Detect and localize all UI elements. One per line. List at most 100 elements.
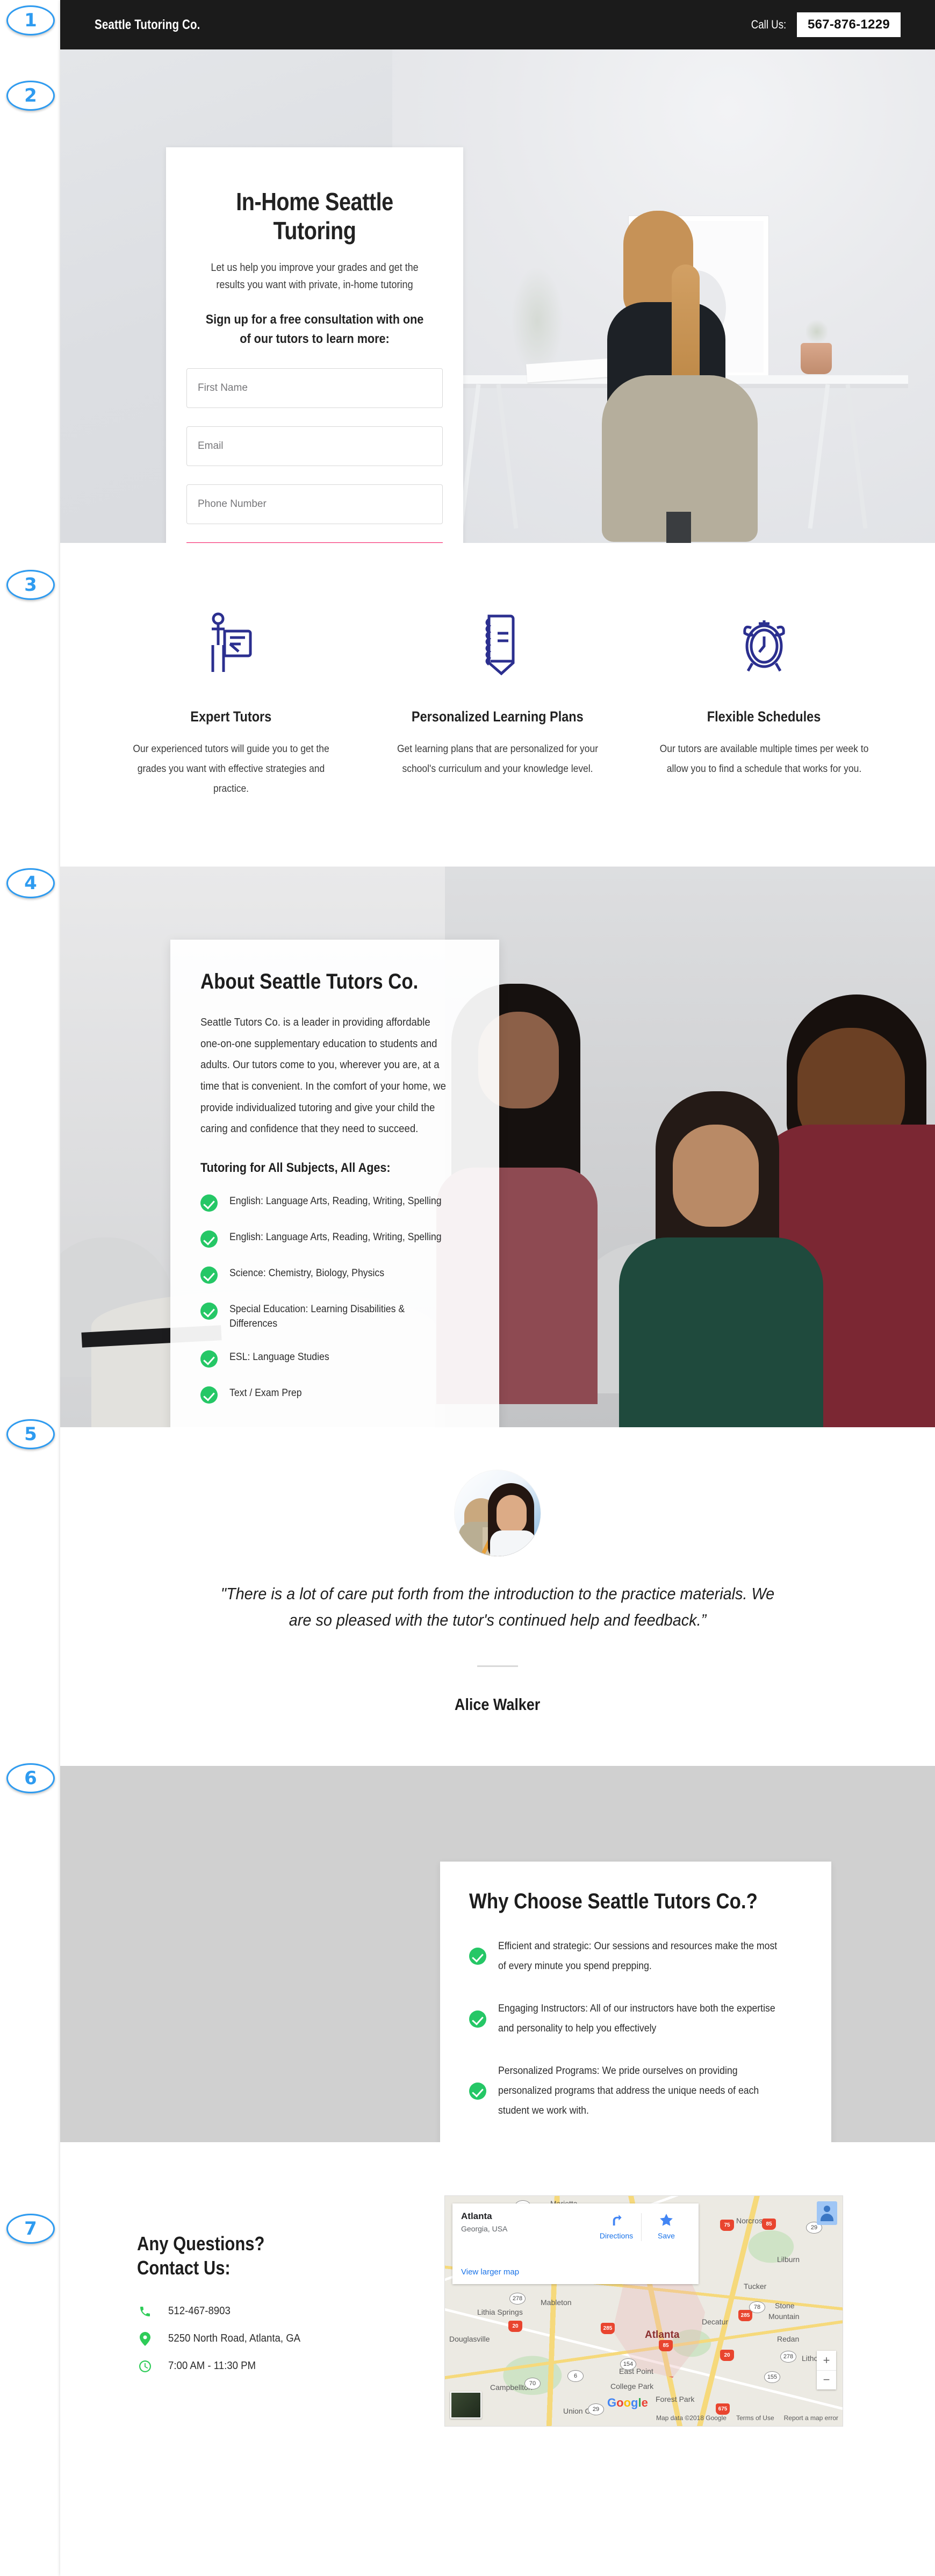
testimonial-avatar bbox=[455, 1470, 541, 1557]
check-circle-icon bbox=[200, 1350, 218, 1368]
why-choose-text: Engaging Instructors: All of our instruc… bbox=[498, 2002, 775, 2034]
map-street-view-pegman-icon[interactable] bbox=[817, 2201, 837, 2225]
why-choose-item: Personalized Programs: We pride ourselve… bbox=[469, 2061, 802, 2121]
map-route-marker-icon: 78 bbox=[749, 2301, 765, 2313]
brand-logo[interactable]: Seattle Tutoring Co. bbox=[95, 17, 200, 33]
map-route-marker-icon: 278 bbox=[780, 2350, 796, 2363]
directions-arrow-icon bbox=[613, 2214, 622, 2226]
subject-item: Special Education: Learning Disabilities… bbox=[200, 1302, 469, 1332]
about-card: About Seattle Tutors Co. Seattle Tutors … bbox=[170, 940, 499, 1428]
alarm-clock-icon bbox=[645, 609, 883, 679]
feature-expert-tutors: Expert Tutors Our experienced tutors wil… bbox=[98, 609, 364, 799]
feature-personalized-learning-plans: Personalized Learning Plans Get learning… bbox=[364, 609, 631, 799]
map-place-label: Forest Park bbox=[656, 2394, 695, 2403]
map-route-marker-icon: 155 bbox=[764, 2371, 780, 2383]
feature-body: Our experienced tutors will guide you to… bbox=[133, 743, 329, 795]
why-choose-section: Why Choose Seattle Tutors Co.? Efficient… bbox=[60, 1765, 935, 2150]
google-logo: Google bbox=[607, 2395, 648, 2409]
google-map-embed[interactable]: MariettaNorcrossLilburnTuckerStoneMounta… bbox=[445, 2195, 843, 2426]
map-zoom-in-button[interactable]: + bbox=[817, 2351, 836, 2370]
contact-hours-text: 7:00 AM - 11:30 PM bbox=[168, 2360, 256, 2372]
why-choose-item: Engaging Instructors: All of our instruc… bbox=[469, 1999, 802, 2038]
map-card-actions: Directions Save bbox=[592, 2212, 691, 2241]
why-choose-text: Personalized Programs: We pride ourselve… bbox=[498, 2065, 759, 2117]
map-directions-label: Directions bbox=[599, 2231, 634, 2240]
check-circle-icon bbox=[200, 1302, 218, 1320]
map-route-marker-icon: 154 bbox=[620, 2358, 636, 2370]
map-place-label: Mountain bbox=[768, 2312, 800, 2321]
subjects-heading: Tutoring for All Subjects, All Ages: bbox=[200, 1160, 391, 1175]
hero-subtitle: Let us help you improve your grades and … bbox=[211, 262, 419, 291]
map-satellite-toggle[interactable] bbox=[450, 2391, 481, 2418]
subject-item: English: Language Arts, Reading, Writing… bbox=[200, 1194, 469, 1212]
subject-item: ESL: Language Studies bbox=[200, 1350, 469, 1368]
annotation-marker-4: 4 bbox=[6, 868, 55, 898]
subject-label: ESL: Language Studies bbox=[229, 1351, 329, 1363]
about-body: Seattle Tutors Co. is a leader in provid… bbox=[200, 1017, 446, 1135]
map-place-label: Tucker bbox=[744, 2281, 767, 2291]
why-choose-list: Efficient and strategic: Our sessions an… bbox=[469, 1936, 802, 2121]
testimonial-author: Alice Walker bbox=[455, 1694, 541, 1714]
contact-address-row[interactable]: 5250 North Road, Atlanta, GA bbox=[137, 2331, 416, 2346]
book-free-consultation-button[interactable]: BOOK FREE CONSULTATION bbox=[186, 542, 443, 543]
map-report-error-link[interactable]: Report a map error bbox=[784, 2414, 838, 2422]
phone-input[interactable] bbox=[186, 484, 443, 524]
map-place-label: Douglasville bbox=[449, 2334, 490, 2343]
why-choose-item: Efficient and strategic: Our sessions an… bbox=[469, 1936, 802, 1976]
map-terms-link[interactable]: Terms of Use bbox=[736, 2414, 774, 2422]
check-circle-icon bbox=[200, 1386, 218, 1404]
map-interstate-shield-icon: 20 bbox=[508, 2320, 522, 2332]
contact-phone-row[interactable]: 512-467-8903 bbox=[137, 2305, 416, 2318]
annotation-marker-1: 1 bbox=[6, 5, 55, 35]
subject-item: Text / Exam Prep bbox=[200, 1386, 469, 1404]
email-input[interactable] bbox=[186, 426, 443, 466]
map-place-label: Redan bbox=[777, 2334, 800, 2343]
contact-details: Any Questions? Contact Us: 512-467-8903 … bbox=[137, 2231, 416, 2387]
contact-heading-line2: Contact Us: bbox=[137, 2257, 231, 2279]
hero-background-photo bbox=[392, 49, 935, 543]
feature-body: Get learning plans that are personalized… bbox=[397, 743, 599, 775]
first-name-input[interactable] bbox=[186, 368, 443, 408]
call-us-label: Call Us: bbox=[751, 18, 787, 31]
map-zoom-out-button[interactable]: − bbox=[817, 2370, 836, 2389]
check-circle-icon bbox=[469, 1948, 486, 1965]
feature-title: Personalized Learning Plans bbox=[412, 709, 584, 725]
contact-heading-line1: Any Questions? bbox=[137, 2232, 265, 2255]
hero-signup-card: In-Home Seattle Tutoring Let us help you… bbox=[166, 147, 463, 543]
hero-title: In-Home Seattle Tutoring bbox=[236, 188, 393, 245]
map-interstate-shield-icon: 285 bbox=[601, 2322, 615, 2334]
check-circle-icon bbox=[200, 1266, 218, 1284]
person-presenting-board-icon bbox=[112, 609, 350, 679]
clock-icon bbox=[137, 2360, 153, 2373]
header-phone-number[interactable]: 567-876-1229 bbox=[796, 12, 901, 37]
subjects-list: English: Language Arts, Reading, Writing… bbox=[200, 1194, 469, 1404]
testimonial-quote: "There is a lot of care put forth from t… bbox=[220, 1584, 775, 1629]
map-route-marker-icon: 29 bbox=[588, 2403, 604, 2415]
map-place-label: Atlanta bbox=[645, 2329, 680, 2341]
map-interstate-shield-icon: 85 bbox=[659, 2339, 673, 2351]
feature-title: Expert Tutors bbox=[190, 709, 272, 725]
why-choose-title: Why Choose Seattle Tutors Co.? bbox=[469, 1889, 758, 1913]
subject-label: Science: Chemistry, Biology, Physics bbox=[229, 1267, 385, 1279]
subject-label: Text / Exam Prep bbox=[229, 1387, 302, 1399]
features-section: Expert Tutors Our experienced tutors wil… bbox=[60, 543, 935, 867]
map-place-label: College Park bbox=[610, 2381, 654, 2391]
header-call-block: Call Us: 567-876-1229 bbox=[748, 12, 901, 37]
map-directions-button[interactable]: Directions bbox=[592, 2212, 641, 2240]
map-interstate-shield-icon: 75 bbox=[720, 2219, 734, 2231]
annotation-marker-5: 5 bbox=[6, 1419, 55, 1449]
feature-title: Flexible Schedules bbox=[707, 709, 821, 725]
check-circle-icon bbox=[469, 2010, 486, 2028]
view-larger-map-link[interactable]: View larger map bbox=[461, 2267, 519, 2277]
map-interstate-shield-icon: 675 bbox=[716, 2403, 730, 2415]
check-circle-icon bbox=[200, 1230, 218, 1248]
site-header: Seattle Tutoring Co. Call Us: 567-876-12… bbox=[60, 0, 935, 49]
annotation-marker-6: 6 bbox=[6, 1763, 55, 1793]
subject-label: English: Language Arts, Reading, Writing… bbox=[229, 1231, 442, 1243]
star-icon bbox=[660, 2213, 673, 2226]
feature-body: Our tutors are available multiple times … bbox=[659, 743, 869, 775]
map-zoom-controls[interactable]: + − bbox=[817, 2350, 836, 2389]
map-save-button[interactable]: Save bbox=[642, 2212, 691, 2240]
why-choose-card: Why Choose Seattle Tutors Co.? Efficient… bbox=[440, 1861, 831, 2150]
testimonial-section: "There is a lot of care put forth from t… bbox=[60, 1427, 935, 1766]
